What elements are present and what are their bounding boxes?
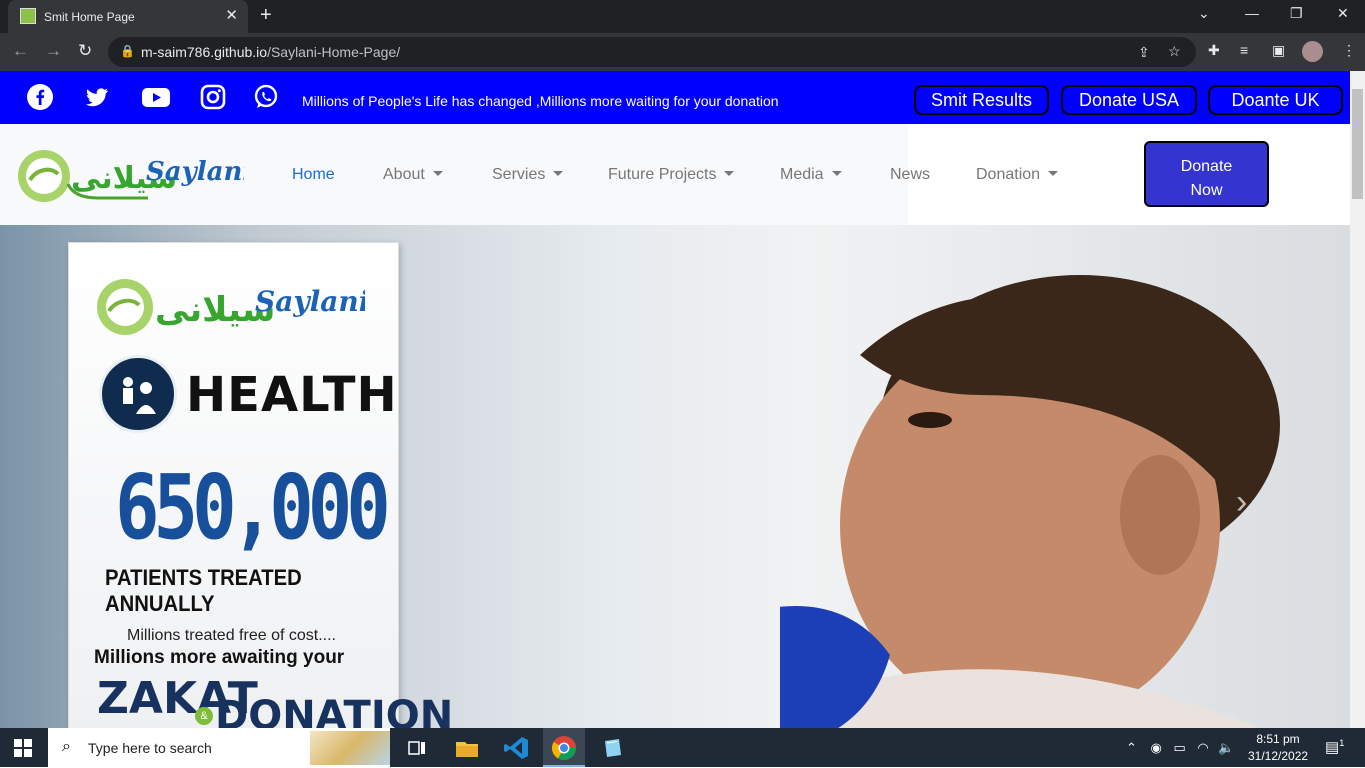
notification-count: 1 xyxy=(1339,738,1345,748)
notification-icon[interactable]: ▤1 xyxy=(1325,738,1344,756)
system-tray[interactable]: ⌃ ◉ ▭ ◠ 🔈 xyxy=(1126,740,1235,756)
file-explorer-icon[interactable] xyxy=(452,733,482,763)
hero-boy-image xyxy=(780,275,1280,728)
clock-date: 31/12/2022 xyxy=(1248,749,1309,763)
ampersand-badge: & xyxy=(195,707,213,725)
clock-time: 8:51 pm xyxy=(1256,732,1300,746)
hero-carousel: سیلانی Saylani HEALTH 650,000 PATIENTS T… xyxy=(0,225,1350,728)
awaiting-text: Millions more awaiting your xyxy=(94,647,345,668)
notepad-app-icon[interactable] xyxy=(598,733,628,763)
main-navbar: سیلانی Saylani Home About Servies Future… xyxy=(0,124,1350,225)
address-bar[interactable]: 🔒 m-saim786.github.io/Saylani-Home-Page/… xyxy=(108,37,1196,67)
card-logo-brand-text: Saylani xyxy=(255,285,365,318)
tab-title: Smit Home Page xyxy=(44,10,135,24)
donation-tagline: Millions of People's Life has changed ,M… xyxy=(302,93,779,109)
tab-favicon-icon xyxy=(20,8,36,24)
navbar-right-bg xyxy=(908,124,1350,225)
tab-search-chevron-icon[interactable]: ⌄ xyxy=(1198,5,1210,22)
browser-titlebar: Smit Home Page ✕ + ⌄ — ❐ ✕ xyxy=(0,0,1365,33)
media-queue-icon[interactable]: ≡ xyxy=(1240,42,1248,58)
minimize-icon[interactable]: — xyxy=(1245,5,1259,21)
nav-about[interactable]: About xyxy=(383,166,443,184)
nav-media[interactable]: Media xyxy=(780,166,842,184)
search-icon: ⌕ xyxy=(62,738,71,755)
patients-count: 650,000 xyxy=(115,456,391,560)
windows-start-icon[interactable] xyxy=(14,739,32,757)
browser-tab[interactable]: Smit Home Page ✕ xyxy=(8,0,248,33)
new-tab-icon[interactable]: + xyxy=(260,4,272,27)
saylani-logo[interactable]: سیلانی Saylani xyxy=(16,144,252,210)
nav-home[interactable]: Home xyxy=(292,166,335,184)
donate-uk-button[interactable]: Doante UK xyxy=(1208,85,1343,115)
tab-close-icon[interactable]: ✕ xyxy=(225,6,238,24)
instagram-icon[interactable] xyxy=(200,84,226,110)
battery-icon[interactable]: ▭ xyxy=(1174,740,1186,755)
back-icon[interactable]: ← xyxy=(12,41,29,61)
donation-text: DONATION xyxy=(215,693,454,728)
patients-caption: PATIENTS TREATED ANNUALLY xyxy=(105,565,302,616)
free-treatment-text: Millions treated free of cost.... xyxy=(127,627,336,644)
taskbar-search-box[interactable]: ⌕ Type here to search xyxy=(48,728,390,767)
share-icon[interactable]: ⇪ xyxy=(1138,44,1150,61)
carousel-next-icon[interactable]: › xyxy=(1236,483,1247,522)
donate-now-line1: Donate xyxy=(1180,158,1233,175)
forward-icon[interactable]: → xyxy=(45,41,62,61)
smit-results-button[interactable]: Smit Results xyxy=(914,85,1049,115)
dropdown-caret-icon xyxy=(724,171,735,176)
side-panel-icon[interactable]: ▣ xyxy=(1272,42,1285,59)
volume-icon[interactable]: 🔈 xyxy=(1218,740,1234,755)
nav-future-projects[interactable]: Future Projects xyxy=(608,166,735,184)
close-window-icon[interactable]: ✕ xyxy=(1337,5,1349,22)
dropdown-caret-icon xyxy=(831,171,842,176)
search-highlight-image xyxy=(310,731,390,765)
nav-news[interactable]: News xyxy=(890,166,930,184)
health-heading: HEALTH xyxy=(186,367,398,423)
tray-chevron-icon[interactable]: ⌃ xyxy=(1126,740,1137,755)
reload-icon[interactable]: ↻ xyxy=(78,41,92,61)
facebook-icon[interactable] xyxy=(27,84,53,110)
meet-icon[interactable]: ◉ xyxy=(1151,740,1162,755)
scrollbar-thumb[interactable] xyxy=(1352,89,1363,199)
donate-usa-button[interactable]: Donate USA xyxy=(1061,85,1197,115)
bookmark-star-icon[interactable]: ☆ xyxy=(1168,43,1181,60)
extensions-icon[interactable]: ✚ xyxy=(1208,42,1220,59)
page-scrollbar[interactable] xyxy=(1350,71,1365,728)
dropdown-caret-icon xyxy=(553,171,564,176)
taskbar-clock[interactable]: 8:51 pm 31/12/2022 xyxy=(1248,731,1308,765)
youtube-icon[interactable] xyxy=(142,84,170,110)
restore-icon[interactable]: ❐ xyxy=(1290,5,1303,22)
vscode-icon[interactable] xyxy=(501,733,531,763)
task-view-icon[interactable] xyxy=(402,733,432,763)
lock-icon: 🔒 xyxy=(120,44,135,58)
browser-toolbar: ← → ↻ 🔒 m-saim786.github.io/Saylani-Home… xyxy=(0,33,1365,71)
whatsapp-icon[interactable] xyxy=(253,84,279,110)
logo-brand-text: Saylani xyxy=(146,157,244,187)
health-family-icon xyxy=(99,355,177,433)
browser-menu-icon[interactable]: ⋮ xyxy=(1342,42,1356,59)
health-promo-card: سیلانی Saylani HEALTH 650,000 PATIENTS T… xyxy=(68,242,453,728)
nav-donation[interactable]: Donation xyxy=(976,166,1059,184)
dropdown-caret-icon xyxy=(432,171,443,176)
donate-now-line2: Now xyxy=(1190,182,1223,199)
social-topbar: Millions of People's Life has changed ,M… xyxy=(0,71,1350,124)
profile-avatar[interactable] xyxy=(1302,41,1323,62)
wifi-icon[interactable]: ◠ xyxy=(1197,740,1208,755)
url-text: m-saim786.github.io/Saylani-Home-Page/ xyxy=(141,44,401,60)
search-placeholder: Type here to search xyxy=(88,740,212,756)
donate-now-button[interactable]: Donate Now xyxy=(1144,141,1269,207)
chrome-taskbar-button[interactable] xyxy=(543,728,585,767)
nav-services[interactable]: Servies xyxy=(492,166,564,184)
dropdown-caret-icon xyxy=(1048,171,1059,176)
twitter-icon[interactable] xyxy=(84,84,110,110)
windows-taskbar: ⌕ Type here to search ⌃ ◉ ▭ ◠ 🔈 8:51 pm … xyxy=(0,728,1365,767)
card-saylani-logo: سیلانی Saylani xyxy=(97,279,365,335)
